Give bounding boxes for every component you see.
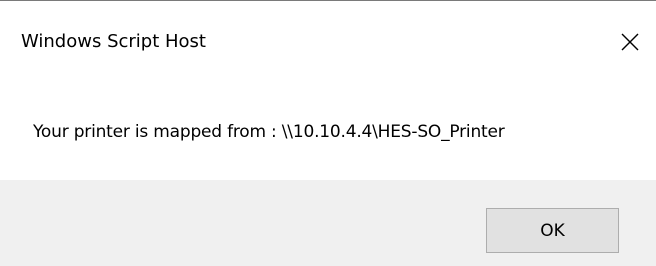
dialog-title: Windows Script Host [21, 31, 206, 52]
close-icon [621, 33, 639, 51]
message-dialog: Windows Script Host Your printer is mapp… [0, 0, 656, 266]
dialog-message: Your printer is mapped from : \\10.10.4.… [33, 122, 505, 142]
window-top-border [0, 0, 656, 1]
close-button[interactable] [612, 24, 648, 60]
dialog-footer: OK [0, 180, 656, 266]
ok-button[interactable]: OK [486, 208, 619, 253]
